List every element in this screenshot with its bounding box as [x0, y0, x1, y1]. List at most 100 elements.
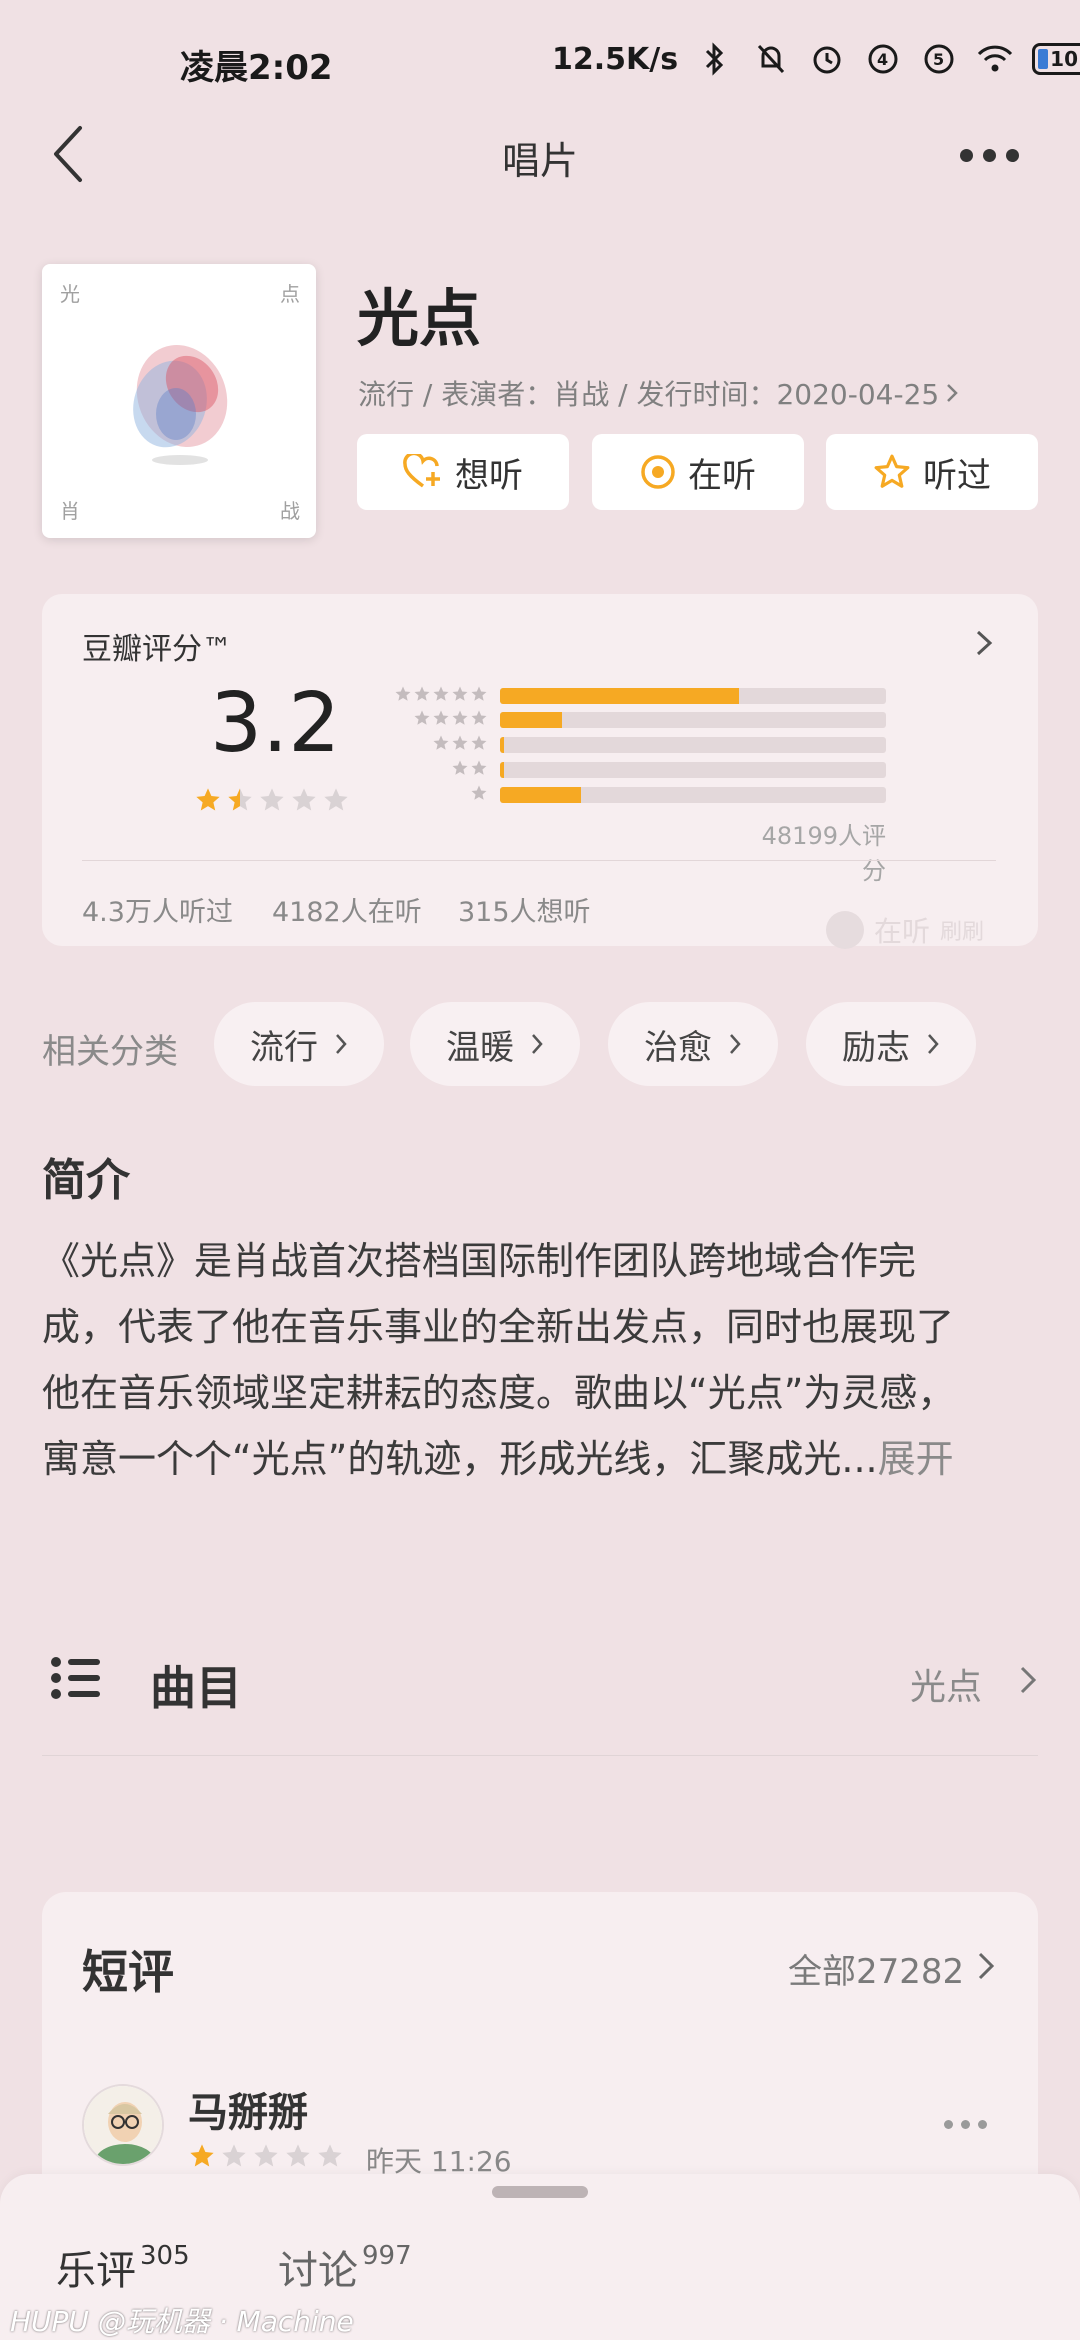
star-icon	[190, 2144, 214, 2167]
listening-button[interactable]: 在听	[592, 434, 804, 510]
chevron-right-icon[interactable]	[976, 1950, 996, 1982]
star-icon	[196, 788, 220, 811]
alarm-icon	[808, 40, 846, 78]
mini-star-icon	[471, 686, 487, 701]
drag-handle[interactable]	[492, 2186, 588, 2198]
distribution-stars-5	[388, 685, 488, 707]
wifi-icon	[976, 40, 1014, 78]
mini-star-icon	[433, 710, 449, 725]
star-icon	[324, 788, 348, 811]
star-icon	[228, 788, 252, 811]
tag-chip[interactable]: 励志	[806, 1002, 976, 1086]
tab-reviews-label: 乐评	[56, 2248, 136, 2294]
chevron-right-icon[interactable]	[972, 626, 996, 660]
album-cover[interactable]: 光 点 肖 战	[42, 264, 316, 538]
tag-chip[interactable]: 流行	[214, 1002, 384, 1086]
listened-button[interactable]: 听过	[826, 434, 1038, 510]
chevron-right-icon	[947, 384, 958, 402]
expand-link[interactable]: 展开	[878, 1437, 954, 1481]
tab-discussion[interactable]: 讨论 997	[278, 2238, 412, 2296]
intro-heading: 简介	[42, 1155, 130, 1206]
watermark-subtext: 刷刷	[940, 920, 985, 945]
mini-star-icon	[414, 710, 430, 725]
listened-label: 听过	[923, 455, 991, 496]
tab-discussion-label: 讨论	[278, 2248, 358, 2294]
status-indicators: 12.5K/s 4 5 10	[552, 40, 1080, 78]
status-time: 凌晨2:02	[180, 48, 333, 88]
distribution-stars-2	[388, 759, 488, 781]
watermark-text: 在听	[874, 915, 931, 948]
distribution-bar-fill	[500, 762, 504, 778]
tag-label: 治愈	[644, 1027, 712, 1068]
mini-star-icon	[471, 735, 487, 750]
mini-star-icon	[433, 686, 449, 701]
tag-chip[interactable]: 温暖	[410, 1002, 580, 1086]
tracklist-label[interactable]: 曲目	[150, 1652, 242, 1718]
intro-text: 《光点》是肖战首次搭档国际制作团队跨地域合作完 成，代表了他在音乐事业的全新出发…	[42, 1228, 1042, 1492]
want-to-listen-button[interactable]: 想听	[357, 434, 569, 510]
tag-label: 励志	[842, 1027, 910, 1068]
chevron-right-icon	[532, 1034, 543, 1054]
intro-line: 《光点》是肖战首次搭档国际制作团队跨地域合作完	[42, 1239, 917, 1283]
distribution-stars-3	[388, 734, 488, 756]
intro-line: 成，代表了他在音乐事业的全新出发点，同时也展现了	[42, 1305, 955, 1349]
tag-chip[interactable]: 治愈	[608, 1002, 778, 1086]
signal-4g-icon: 4	[864, 40, 902, 78]
battery-level: 10	[1050, 47, 1079, 71]
score-stars	[194, 786, 350, 814]
list-icon	[51, 1657, 100, 1699]
divider	[42, 1755, 1038, 1756]
tab-reviews[interactable]: 乐评 305	[56, 2238, 190, 2296]
distribution-bar-5	[500, 688, 886, 704]
chevron-right-icon	[336, 1034, 347, 1054]
rating-count: 48199人评分	[761, 822, 886, 885]
more-options-icon[interactable]	[960, 140, 1024, 170]
review-more-icon[interactable]	[944, 2120, 987, 2129]
mute-bell-icon	[752, 40, 790, 78]
distribution-stars-1	[388, 784, 488, 806]
mini-star-icon	[414, 686, 430, 701]
battery-icon: 10	[1032, 43, 1080, 75]
tag-label: 流行	[250, 1027, 318, 1068]
intro-line: 他在音乐领域坚定耕耘的态度。歌曲以“光点”为灵感，	[42, 1371, 956, 1415]
stat-want: 315人想听	[458, 897, 591, 928]
avatar[interactable]	[82, 2084, 164, 2166]
network-speed: 12.5K/s	[552, 41, 679, 77]
stat-listening: 4182人在听	[272, 897, 422, 928]
rating-score: 3.2	[210, 676, 341, 771]
mini-star-icon	[452, 686, 468, 701]
star-icon	[254, 2144, 278, 2167]
mini-star-icon	[395, 686, 411, 701]
star-icon	[318, 2144, 342, 2167]
star-outline-icon	[874, 454, 910, 488]
mini-star-icon	[471, 760, 487, 775]
tab-discussion-count: 997	[362, 2241, 412, 2271]
tab-reviews-count: 305	[140, 2241, 190, 2271]
related-categories-label: 相关分类	[42, 1032, 178, 1072]
bluetooth-icon	[696, 40, 734, 78]
distribution-bar-2	[500, 762, 886, 778]
want-to-listen-label: 想听	[455, 455, 523, 496]
chevron-right-icon[interactable]	[1018, 1664, 1038, 1696]
star-icon	[292, 788, 316, 811]
distribution-bar-1	[500, 787, 886, 803]
page-title: 唱片	[501, 139, 578, 183]
reviewer-stars	[188, 2142, 344, 2170]
cover-art-image	[133, 345, 228, 465]
mini-star-icon	[452, 735, 468, 750]
mini-star-icon	[471, 710, 487, 725]
album-title: 光点	[357, 282, 482, 355]
tracklist-first-track[interactable]: 光点	[910, 1658, 982, 1710]
album-meta[interactable]: 流行 / 表演者：肖战 / 发行时间：2020-04-25	[358, 373, 959, 413]
stat-listened: 4.3万人听过	[82, 897, 233, 928]
mini-star-icon	[433, 735, 449, 750]
heart-plus-icon	[403, 454, 440, 488]
reviewer-name[interactable]: 马掰掰	[188, 2080, 308, 2138]
all-reviews-link[interactable]: 全部27282	[788, 1944, 964, 1993]
star-icon	[286, 2144, 310, 2167]
distribution-stars-4	[388, 709, 488, 731]
divider	[82, 860, 996, 861]
rating-title: 豆瓣评分™	[82, 632, 232, 667]
intro-line-text: 寓意一个个“光点”的轨迹，形成光线，汇聚成光...	[42, 1437, 878, 1481]
star-icon	[222, 2144, 246, 2167]
